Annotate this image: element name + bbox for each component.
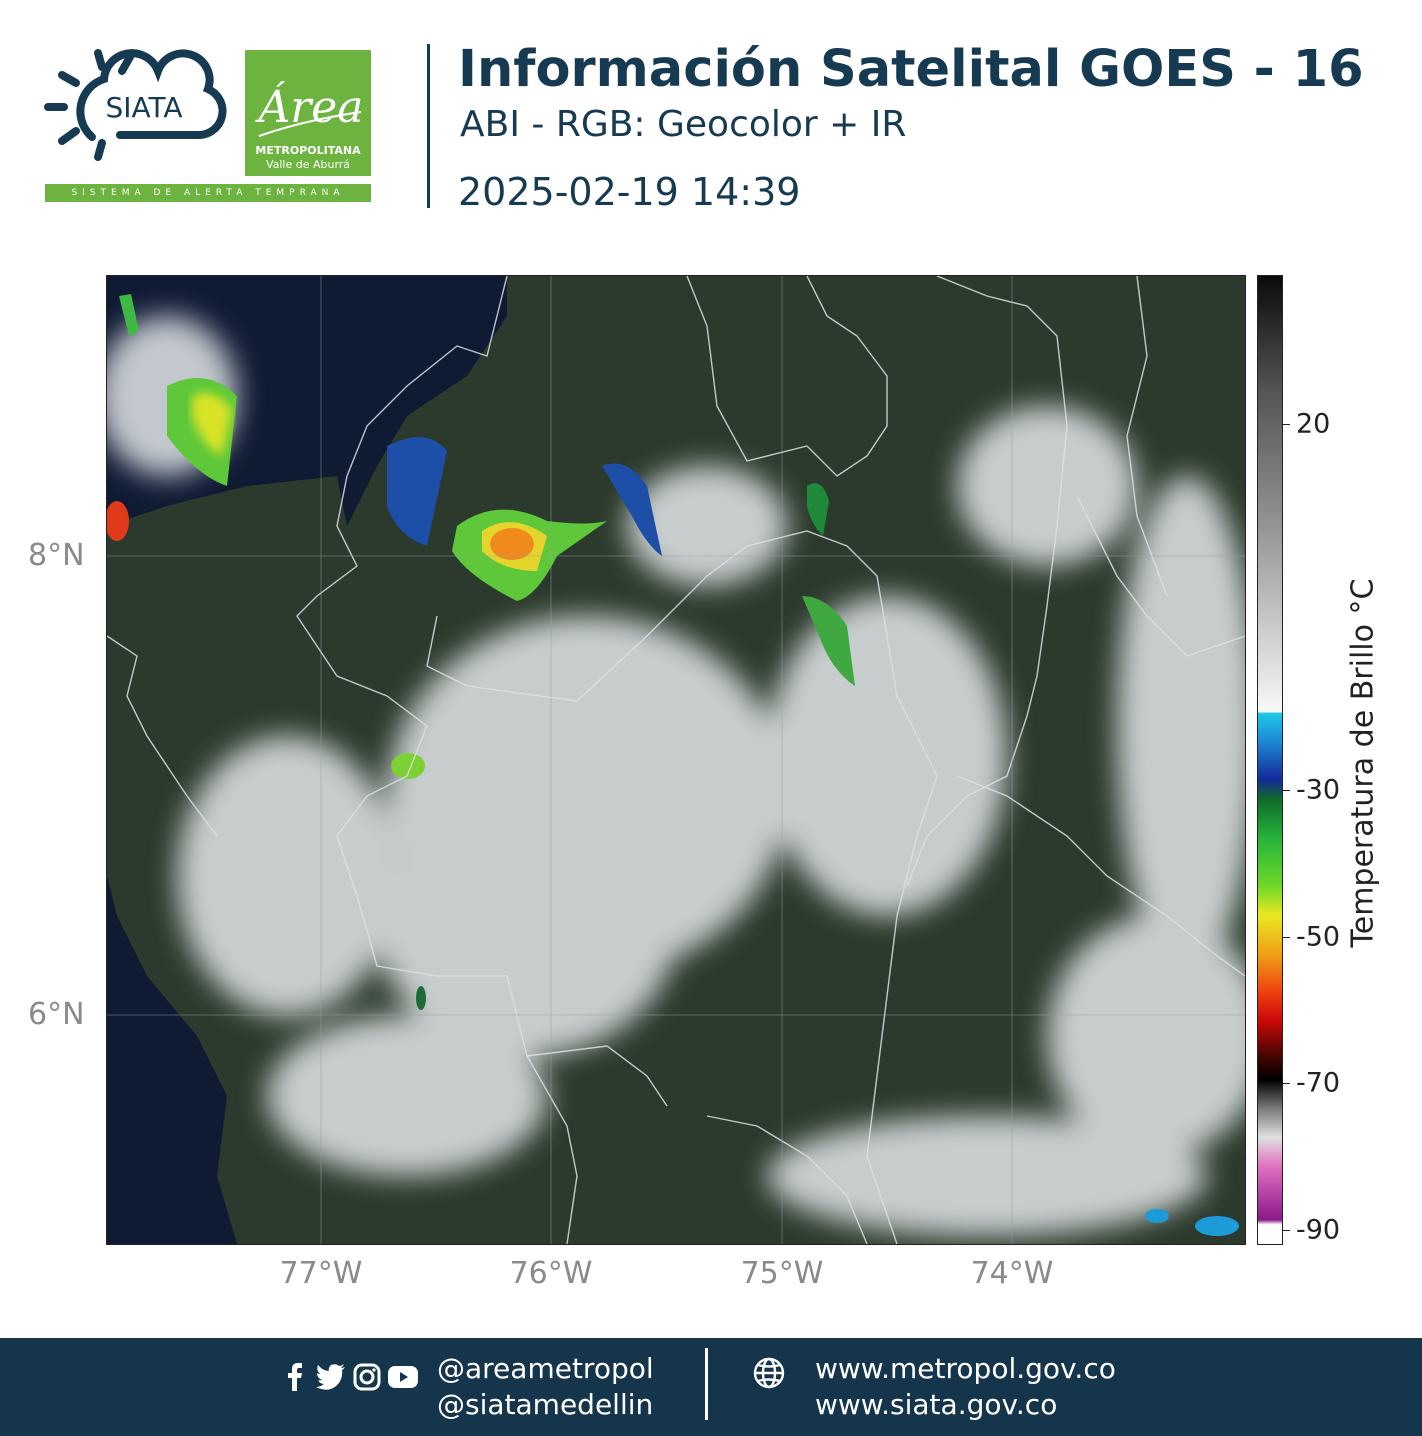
area-logo-line2: Valle de Aburrá xyxy=(266,158,350,171)
header: SIATA Área METROPOLITANA Valle de Aburrá… xyxy=(0,0,1422,240)
page-title: Información Satelital GOES - 16 xyxy=(458,40,1364,99)
instagram-icon[interactable] xyxy=(352,1362,382,1392)
lat-label-8n: 8°N xyxy=(28,538,85,573)
link-siata[interactable]: www.siata.gov.co xyxy=(815,1388,1057,1421)
lon-label-74w: 74°W xyxy=(970,1256,1054,1291)
area-logo-word: Área xyxy=(254,80,363,133)
siata-logo-text: SIATA xyxy=(105,91,182,124)
youtube-icon[interactable] xyxy=(388,1362,418,1392)
satellite-map xyxy=(106,275,1246,1245)
area-logo-line1: METROPOLITANA xyxy=(255,144,361,157)
colorbar-title: Temperatura de Brillo °C xyxy=(1345,578,1381,948)
colorbar-label-20: 20 xyxy=(1296,408,1331,440)
colorbar-tick-20 xyxy=(1282,424,1290,425)
handle-siatamedellin[interactable]: @siatamedellin xyxy=(437,1388,653,1421)
lon-label-77w: 77°W xyxy=(279,1256,363,1291)
satellite-image xyxy=(107,276,1245,1244)
page-subtitle: ABI - RGB: Geocolor + IR xyxy=(460,104,907,145)
handle-areametropol[interactable]: @areametropol xyxy=(437,1352,654,1385)
footer-divider xyxy=(705,1348,708,1420)
footer: @areametropol @siatamedellin www.metropo… xyxy=(0,1338,1422,1436)
area-metropolitana-logo: Área METROPOLITANA Valle de Aburrá xyxy=(245,50,371,176)
lon-label-76w: 76°W xyxy=(509,1256,593,1291)
colorbar-tick-neg70 xyxy=(1282,1083,1290,1084)
colorbar-label-neg90: -90 xyxy=(1296,1214,1341,1246)
colorbar xyxy=(1257,275,1283,1245)
lon-label-75w: 75°W xyxy=(740,1256,824,1291)
alert-strip: SISTEMA DE ALERTA TEMPRANA xyxy=(45,184,371,202)
header-divider xyxy=(427,44,430,208)
globe-icon xyxy=(753,1357,785,1389)
siata-logo: SIATA xyxy=(44,49,227,161)
colorbar-tick-neg50 xyxy=(1282,937,1290,938)
colorbar-gradient xyxy=(1258,276,1282,1244)
colorbar-tick-neg90 xyxy=(1282,1230,1290,1231)
twitter-icon[interactable] xyxy=(316,1362,346,1392)
colorbar-label-neg70: -70 xyxy=(1296,1067,1341,1099)
lat-label-6n: 6°N xyxy=(28,997,85,1032)
colorbar-label-neg50: -50 xyxy=(1296,921,1341,953)
link-metropol[interactable]: www.metropol.gov.co xyxy=(815,1352,1116,1385)
social-icons xyxy=(280,1362,418,1392)
timestamp: 2025-02-19 14:39 xyxy=(458,170,801,214)
colorbar-tick-neg30 xyxy=(1282,790,1290,791)
colorbar-label-neg30: -30 xyxy=(1296,774,1341,806)
facebook-icon[interactable] xyxy=(280,1362,310,1392)
